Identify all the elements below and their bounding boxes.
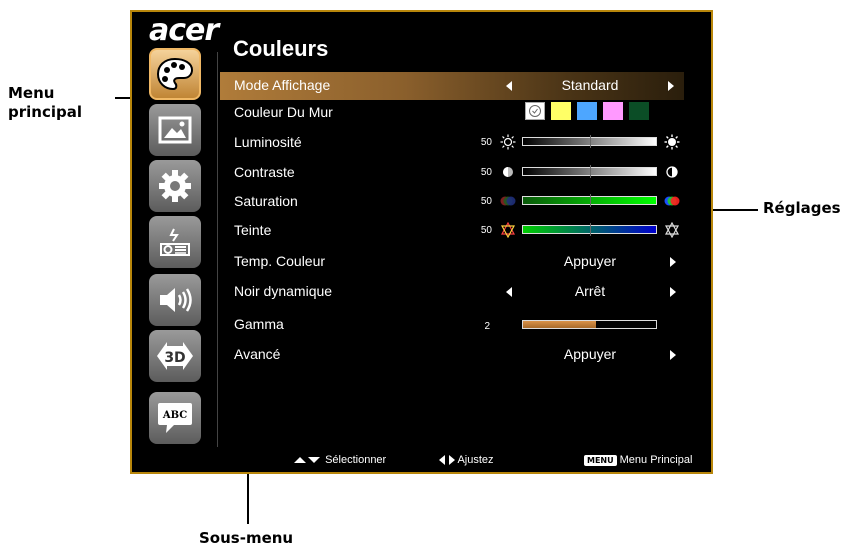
color-temp-label: Temp. Couleur <box>234 253 326 269</box>
gamma-value: 2 <box>484 321 490 332</box>
advanced-right-arrow-icon[interactable] <box>670 350 676 360</box>
left-right-arrows-icon <box>439 455 455 466</box>
gamma-label: Gamma <box>234 316 284 332</box>
saturation-label: Saturation <box>234 193 298 209</box>
footer-select-label: Sélectionner <box>325 454 387 466</box>
osd-window: acer 3D ABC Couleurs Mode Affichage Stan… <box>130 10 713 474</box>
wall-color-label: Couleur Du Mur <box>234 104 333 120</box>
speaker-icon <box>160 288 192 312</box>
row-wall-color[interactable]: Couleur Du Mur <box>220 99 684 127</box>
row-dynamic-black[interactable]: Noir dynamique Arrêt <box>220 278 684 306</box>
wall-color-swatch-yellow[interactable] <box>551 102 571 120</box>
3d-icon: 3D <box>157 342 193 370</box>
saturation-slider[interactable] <box>522 194 657 207</box>
row-advanced[interactable]: Avancé Appuyer <box>220 341 684 369</box>
main-menu-callout-line1: Menu <box>8 84 55 102</box>
sun-outline-icon <box>500 134 516 150</box>
acer-logo: acer <box>149 13 219 48</box>
advanced-value: Appuyer <box>563 346 617 362</box>
footer-adjust-hint: Ajustez <box>439 454 494 466</box>
saturation-slider-center-tick <box>589 194 591 207</box>
contrast-low-icon <box>503 167 513 177</box>
color-temp-right-arrow-icon[interactable] <box>670 257 676 267</box>
menu-3d-button[interactable]: 3D <box>149 330 201 382</box>
menu-audio-button[interactable] <box>149 274 201 326</box>
tint-high-icon <box>664 222 680 238</box>
main-menu-callout: Menu principal <box>8 84 82 122</box>
display-mode-right-arrow-icon[interactable] <box>668 81 674 91</box>
abc-label: ABC <box>162 410 187 421</box>
projector-icon <box>160 228 190 256</box>
dynamic-black-label: Noir dynamique <box>234 283 333 299</box>
tint-low-icon <box>500 222 516 238</box>
row-color-temp[interactable]: Temp. Couleur Appuyer <box>220 248 684 276</box>
brightness-value: 50 <box>480 137 492 148</box>
sun-filled-icon <box>664 134 680 150</box>
row-contrast[interactable]: Contraste 50 <box>220 159 684 187</box>
wall-color-swatch-green[interactable] <box>629 102 649 120</box>
gamma-slider-fill <box>523 321 597 328</box>
menu-key-icon: MENU <box>584 454 617 466</box>
menu-settings-button[interactable] <box>149 160 201 212</box>
contrast-slider-center-tick <box>589 165 591 178</box>
row-gamma[interactable]: Gamma 2 <box>220 311 684 339</box>
menu-management-button[interactable] <box>149 216 201 268</box>
check-circle-icon <box>529 105 541 117</box>
wall-color-swatch-blue[interactable] <box>577 102 597 120</box>
row-saturation[interactable]: Saturation 50 <box>220 188 684 216</box>
settings-callout: Réglages <box>763 199 841 217</box>
gear-icon <box>159 170 191 202</box>
submenu-callout: Sous-menu <box>199 529 294 547</box>
speech-bubble-abc-icon: ABC <box>158 403 192 433</box>
dynamic-black-left-arrow-icon[interactable] <box>506 287 512 297</box>
wall-color-swatch-pink[interactable] <box>603 102 623 120</box>
brightness-label: Luminosité <box>234 134 302 150</box>
contrast-high-icon <box>666 166 678 178</box>
row-brightness[interactable]: Luminosité 50 <box>220 129 684 157</box>
row-tint[interactable]: Teinte 50 <box>220 217 684 245</box>
tint-value: 50 <box>480 225 492 236</box>
image-icon <box>158 116 192 144</box>
3d-icon-label: 3D <box>164 350 185 366</box>
main-menu-callout-line2: principal <box>8 103 82 121</box>
footer-adjust-label: Ajustez <box>457 454 494 466</box>
menu-image-button[interactable] <box>149 104 201 156</box>
sidebar-divider <box>217 52 218 447</box>
color-temp-value: Appuyer <box>563 253 617 269</box>
contrast-slider[interactable] <box>522 165 657 178</box>
contrast-label: Contraste <box>234 164 295 180</box>
rgb-bright-icon <box>664 196 680 206</box>
gamma-slider[interactable] <box>522 320 657 329</box>
wall-color-swatch-white[interactable] <box>525 102 545 120</box>
footer-select-hint: Sélectionner <box>294 454 386 466</box>
palette-icon <box>156 57 194 91</box>
tint-slider-center-tick <box>589 223 591 236</box>
advanced-label: Avancé <box>234 346 281 362</box>
footer-main-menu-hint: MENU Menu Principal <box>584 454 692 466</box>
footer-main-menu-label: Menu Principal <box>619 454 693 466</box>
menu-colors-button[interactable] <box>149 48 201 100</box>
rgb-dim-icon <box>500 196 516 206</box>
up-down-arrows-icon <box>294 457 320 464</box>
row-display-mode[interactable]: Mode Affichage Standard <box>220 72 684 100</box>
display-mode-value: Standard <box>561 77 619 93</box>
tint-label: Teinte <box>234 222 272 238</box>
saturation-value: 50 <box>480 196 492 207</box>
page-title: Couleurs <box>233 36 329 61</box>
dynamic-black-value: Arrêt <box>574 283 606 299</box>
tint-slider[interactable] <box>522 223 657 236</box>
brightness-slider[interactable] <box>522 135 657 148</box>
display-mode-label: Mode Affichage <box>234 77 331 93</box>
dynamic-black-right-arrow-icon[interactable] <box>670 287 676 297</box>
contrast-value: 50 <box>480 167 492 178</box>
brightness-slider-center-tick <box>589 135 591 148</box>
display-mode-left-arrow-icon[interactable] <box>506 81 512 91</box>
menu-language-button[interactable]: ABC <box>149 392 201 444</box>
